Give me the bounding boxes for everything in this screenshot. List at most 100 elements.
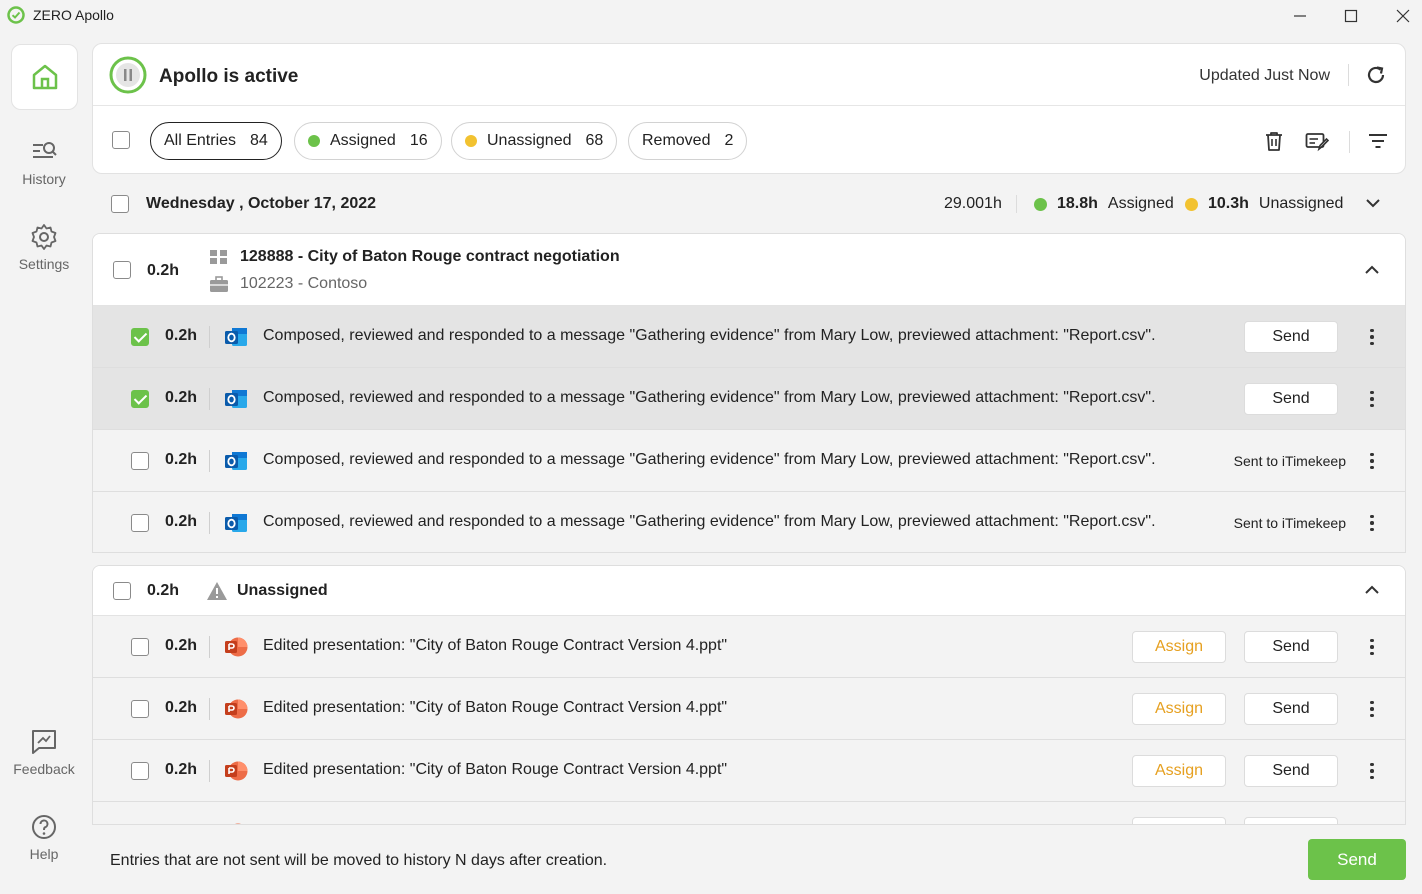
sidebar-item-help[interactable]: Help [0,812,88,862]
filter-unassigned[interactable]: Unassigned 68 [451,122,618,160]
entry-row[interactable]: 0.2h Edited presentation: "City of Baton… [93,740,1405,802]
footer: Entries that are not sent will be moved … [88,825,1422,894]
updated-text: Updated Just Now [1199,67,1330,84]
date-row: Wednesday , October 17, 2022 29.001h 18.… [92,185,1406,221]
entry-row[interactable]: 0.2h Composed, reviewed and responded to… [93,492,1405,552]
entry-hours: 0.2h [165,699,198,716]
assign-button[interactable]: Assign [1132,631,1226,663]
filter-count: 16 [409,132,428,149]
entry-checkbox[interactable] [131,514,149,532]
select-all-checkbox[interactable] [112,131,130,149]
entry-checkbox[interactable] [131,390,149,408]
send-all-button[interactable]: Send [1308,839,1406,880]
filter-label: Removed [642,132,711,149]
unassigned-dot-icon [465,135,477,147]
group-title: Unassigned [237,582,328,599]
group-checkbox[interactable] [113,261,131,279]
more-options-icon[interactable] [1363,449,1381,473]
sidebar-item-label: Help [29,846,59,862]
entry-description: Composed, reviewed and responded to a me… [263,327,1156,344]
entry-row[interactable]: 0.2h Composed, reviewed and responded to… [93,306,1405,368]
assign-button[interactable]: Assign [1132,755,1226,787]
feedback-icon [32,730,56,754]
trash-icon[interactable] [1263,130,1285,152]
assigned-label: Assigned [1107,195,1174,212]
unassigned-dot-icon [1185,197,1198,211]
more-options-icon[interactable] [1363,635,1381,659]
date-label: Wednesday , October 17, 2022 [146,195,377,212]
unassigned-summary: 10.3h Unassigned [1185,195,1343,213]
entry-row[interactable]: 0.2h Composed, reviewed and responded to… [93,368,1405,430]
send-button[interactable]: Send [1244,631,1338,663]
send-button[interactable]: Send [1244,755,1338,787]
more-options-icon[interactable] [1363,511,1381,535]
group-hours: 0.2h [147,582,180,599]
entry-row[interactable]: 0.2h Edited presentation: "City of Baton… [93,616,1405,678]
entry-group: 0.2h 128888 - City of Baton Rouge contra… [92,233,1406,553]
entry-row[interactable]: 0.2h Edited presentation: "City of Baton… [93,678,1405,740]
entry-checkbox[interactable] [131,762,149,780]
more-options-icon[interactable] [1363,325,1381,349]
filter-assigned[interactable]: Assigned 16 [294,122,442,160]
more-options-icon[interactable] [1363,759,1381,783]
filter-label: Unassigned [487,132,572,149]
filter-label: Assigned [330,132,396,149]
footer-note: Entries that are not sent will be moved … [110,852,608,869]
divider [1348,64,1349,86]
outlook-icon [225,328,247,346]
send-button[interactable] [1244,817,1338,824]
assigned-summary: 18.8h Assigned [1034,195,1174,213]
minimize-icon [1294,15,1306,17]
entry-checkbox[interactable] [131,700,149,718]
send-button[interactable]: Send [1244,383,1338,415]
entry-checkbox[interactable] [131,638,149,656]
filter-count: 68 [585,132,604,149]
assigned-hours: 18.8h [1057,195,1098,212]
powerpoint-icon [225,761,248,781]
filter-count: 84 [250,132,268,149]
chevron-up-icon[interactable] [1363,261,1381,279]
entry-checkbox[interactable] [131,452,149,470]
send-button[interactable]: Send [1244,693,1338,725]
divider [209,450,210,472]
header-panel: Apollo is active Updated Just Now All En… [92,43,1406,174]
send-button[interactable]: Send [1244,321,1338,353]
edit-entries-icon[interactable] [1305,130,1329,152]
filter-label: All Entries [164,132,237,149]
history-icon [33,142,57,158]
home-button[interactable] [11,44,78,110]
entry-row[interactable]: 0.2h Composed, reviewed and responded to… [93,430,1405,492]
sidebar-item-feedback[interactable]: Feedback [0,727,88,777]
sidebar-item-settings[interactable]: Settings [0,222,88,272]
close-button[interactable] [1380,0,1422,32]
maximize-button[interactable] [1328,0,1374,32]
status-title: Apollo is active [159,66,299,87]
home-icon [32,64,57,90]
group-checkbox[interactable] [113,582,131,600]
entry-row[interactable] [93,802,1405,824]
sidebar: History Settings Feedback Help [0,32,88,894]
entry-description: Edited presentation: "City of Baton Roug… [263,699,728,716]
assigned-dot-icon [308,135,320,147]
more-options-icon[interactable] [1363,697,1381,721]
divider [209,512,210,534]
date-checkbox[interactable] [111,195,129,213]
chevron-up-icon[interactable] [1363,581,1381,599]
more-options-icon[interactable] [1363,387,1381,411]
entry-checkbox[interactable] [131,328,149,346]
briefcase-icon [210,276,228,292]
assign-button[interactable]: Assign [1132,693,1226,725]
group-header: 0.2h Unassigned [93,566,1405,616]
filter-icon[interactable] [1367,130,1389,152]
filter-all-entries[interactable]: All Entries 84 [150,122,282,160]
refresh-icon[interactable] [1365,64,1387,86]
chevron-down-icon[interactable] [1364,194,1382,212]
pause-status-icon[interactable] [109,56,147,94]
sidebar-item-history[interactable]: History [0,137,88,187]
sidebar-item-label: Settings [18,256,70,272]
divider [209,636,210,658]
filter-removed[interactable]: Removed 2 [628,122,748,160]
minimize-button[interactable] [1277,0,1323,32]
divider [209,326,210,348]
assign-button[interactable] [1132,817,1226,824]
